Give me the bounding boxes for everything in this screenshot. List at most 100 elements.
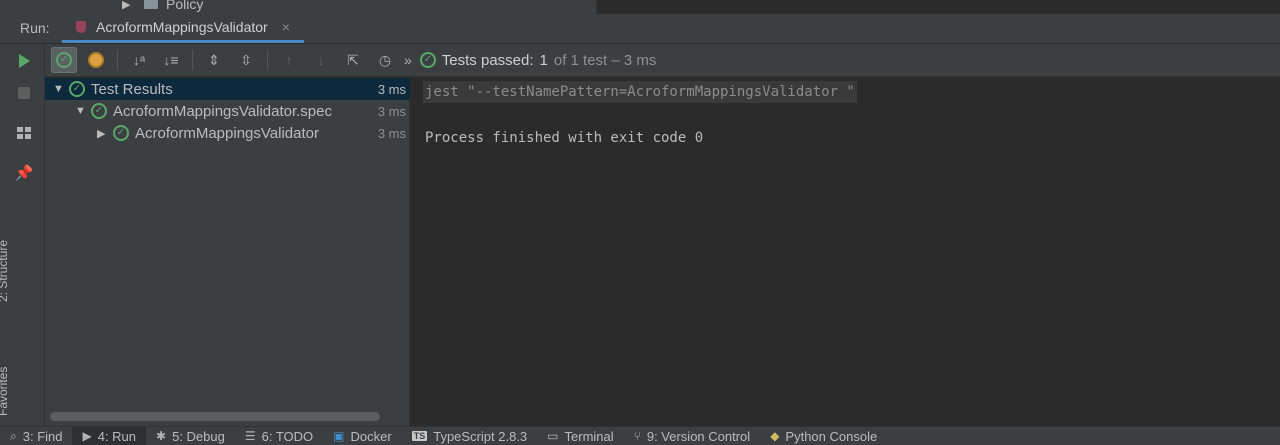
collapse-all-button[interactable]: ⇳ [233, 47, 259, 73]
toolbar-separator [117, 50, 118, 70]
stop-icon [18, 87, 30, 99]
tool-tab-python-console[interactable]: ◆ Python Console [760, 427, 887, 445]
layout-icon [17, 127, 31, 139]
tool-tab-terminal[interactable]: ▭ Terminal [537, 427, 623, 445]
tool-tab-label: 9: Version Control [646, 428, 751, 444]
tool-tab-find[interactable]: ⌕ 3: Find [0, 427, 72, 445]
tests-passed-count: 1 [539, 51, 548, 69]
collapse-all-icon: ⇳ [240, 51, 252, 68]
tool-tab-label: Terminal [564, 428, 614, 444]
tree-row-spec[interactable]: ▼ ✓ AcroformMappingsValidator.spec 3 ms [45, 100, 410, 122]
test-runner-toolbar: ✓ ↓ᵃ ↓≡ ⇕ ⇳ ↑ ↓ ⇱ ◷ » ✓ Tests passed: 1 … [45, 44, 1280, 77]
run-tab-label: AcroformMappingsValidator [96, 18, 268, 35]
tool-tab-label: TypeScript 2.8.3 [433, 428, 528, 444]
passed-check-icon: ✓ [69, 81, 85, 97]
toolbar-separator [267, 50, 268, 70]
search-icon: ⌕ [10, 428, 17, 443]
python-icon: ◆ [770, 429, 780, 443]
duration-label: 3 ms [377, 125, 406, 141]
show-ignored-toggle[interactable] [83, 47, 109, 73]
tree-item-policy[interactable]: ▶ Policy [122, 0, 203, 12]
tree-row-label: Test Results [91, 80, 173, 98]
tool-tab-label: Python Console [785, 428, 878, 444]
sort-by-duration-button[interactable]: ↓≡ [158, 47, 184, 73]
expand-arrow-icon[interactable]: ▶ [122, 0, 136, 11]
bottom-tool-window-bar: ⌕ 3: Find ▶ 4: Run ✱ 5: Debug ☰ 6: TODO … [0, 426, 1280, 445]
collapse-arrow-icon[interactable]: ▼ [53, 83, 67, 95]
export-icon: ⇱ [347, 51, 359, 68]
passed-status-icon: ✓ [419, 52, 436, 68]
tool-tab-label: 4: Run [97, 428, 137, 444]
passed-check-icon: ✓ [113, 125, 129, 141]
tool-tab-label: Docker [350, 428, 392, 444]
tests-total-summary: of 1 test – 3 ms [553, 51, 657, 69]
jest-icon [74, 20, 88, 34]
tool-tab-typescript[interactable]: TS TypeScript 2.8.3 [402, 427, 537, 445]
clock-icon: ◷ [378, 51, 392, 68]
stop-button[interactable] [14, 83, 34, 103]
test-history-button[interactable]: ◷ [372, 47, 398, 73]
pin-icon: 📌 [14, 165, 34, 182]
more-actions-icon[interactable]: » [404, 52, 412, 68]
favorites-side-tab[interactable]: Favorites [0, 367, 10, 416]
tree-item-label: Policy [166, 0, 204, 12]
ignored-icon [88, 52, 104, 68]
tool-tab-label: 6: TODO [261, 428, 314, 444]
run-tool-header: Run: AcroformMappingsValidator × [0, 13, 1280, 44]
vcs-icon: ⑂ [633, 429, 641, 443]
layout-button[interactable] [14, 123, 34, 143]
passed-check-icon: ✓ [56, 52, 72, 68]
console-exit-message: Process finished with exit code 0 [425, 130, 704, 146]
next-failed-button[interactable]: ↓ [308, 47, 334, 73]
tool-tab-docker[interactable]: ▣ Docker [323, 427, 402, 445]
rerun-button[interactable] [14, 51, 34, 71]
folder-icon [144, 0, 158, 9]
run-icon: ▶ [82, 429, 92, 443]
pin-tab-button[interactable]: 📌 [14, 163, 34, 183]
tool-tab-version-control[interactable]: ⑂ 9: Version Control [624, 427, 761, 445]
tree-row-label: AcroformMappingsValidator [135, 124, 319, 142]
export-results-button[interactable]: ⇱ [340, 47, 366, 73]
horizontal-scrollbar[interactable] [50, 412, 380, 421]
expand-arrow-icon[interactable]: ▶ [97, 127, 111, 140]
tree-row-suite[interactable]: ▶ ✓ AcroformMappingsValidator 3 ms [45, 122, 410, 144]
duration-label: 3 ms [377, 103, 406, 119]
sort-duration-icon: ↓≡ [163, 52, 179, 68]
run-label: Run: [20, 20, 50, 36]
arrow-down-icon: ↓ [317, 52, 325, 68]
expand-all-button[interactable]: ⇕ [201, 47, 227, 73]
bug-icon: ✱ [156, 429, 167, 443]
sort-alphabetically-button[interactable]: ↓ᵃ [126, 47, 152, 73]
test-status: ✓ Tests passed: 1 of 1 test – 3 ms [419, 51, 657, 69]
close-icon[interactable]: × [282, 19, 290, 35]
structure-side-tab[interactable]: 2: Structure [0, 240, 10, 302]
tree-row-label: AcroformMappingsValidator.spec [113, 102, 332, 120]
run-left-toolbar: 📌 2: Structure Favorites [0, 44, 45, 426]
previous-failed-button[interactable]: ↑ [276, 47, 302, 73]
arrow-up-icon: ↑ [285, 52, 293, 68]
tool-tab-debug[interactable]: ✱ 5: Debug [146, 427, 235, 445]
run-config-tab[interactable]: AcroformMappingsValidator × [62, 13, 304, 43]
expand-all-icon: ⇕ [208, 51, 220, 68]
typescript-icon: TS [411, 431, 428, 441]
toolbar-separator [192, 50, 193, 70]
passed-check-icon: ✓ [91, 103, 107, 119]
editor-area [596, 0, 1280, 14]
sort-alpha-icon: ↓ᵃ [132, 52, 146, 68]
play-icon [18, 54, 30, 68]
tool-tab-label: 5: Debug [172, 428, 225, 444]
test-results-tree: ▼ ✓ Test Results 3 ms ▼ ✓ AcroformMappin… [45, 78, 410, 426]
tests-passed-label: Tests passed: [441, 51, 534, 69]
collapse-arrow-icon[interactable]: ▼ [75, 105, 89, 117]
show-passed-toggle[interactable]: ✓ [51, 47, 77, 73]
console-command-line: jest "--testNamePattern=AcroformMappings… [423, 81, 857, 103]
tool-tab-todo[interactable]: ☰ 6: TODO [235, 427, 323, 445]
console-output[interactable]: jest "--testNamePattern=AcroformMappings… [411, 78, 1280, 426]
tool-tab-run[interactable]: ▶ 4: Run [72, 426, 147, 445]
tool-tab-label: 3: Find [22, 428, 63, 444]
tree-row-test-results[interactable]: ▼ ✓ Test Results 3 ms [45, 78, 410, 100]
list-icon: ☰ [244, 429, 256, 443]
docker-icon: ▣ [333, 429, 345, 443]
terminal-icon: ▭ [547, 429, 559, 443]
duration-label: 3 ms [377, 81, 406, 97]
